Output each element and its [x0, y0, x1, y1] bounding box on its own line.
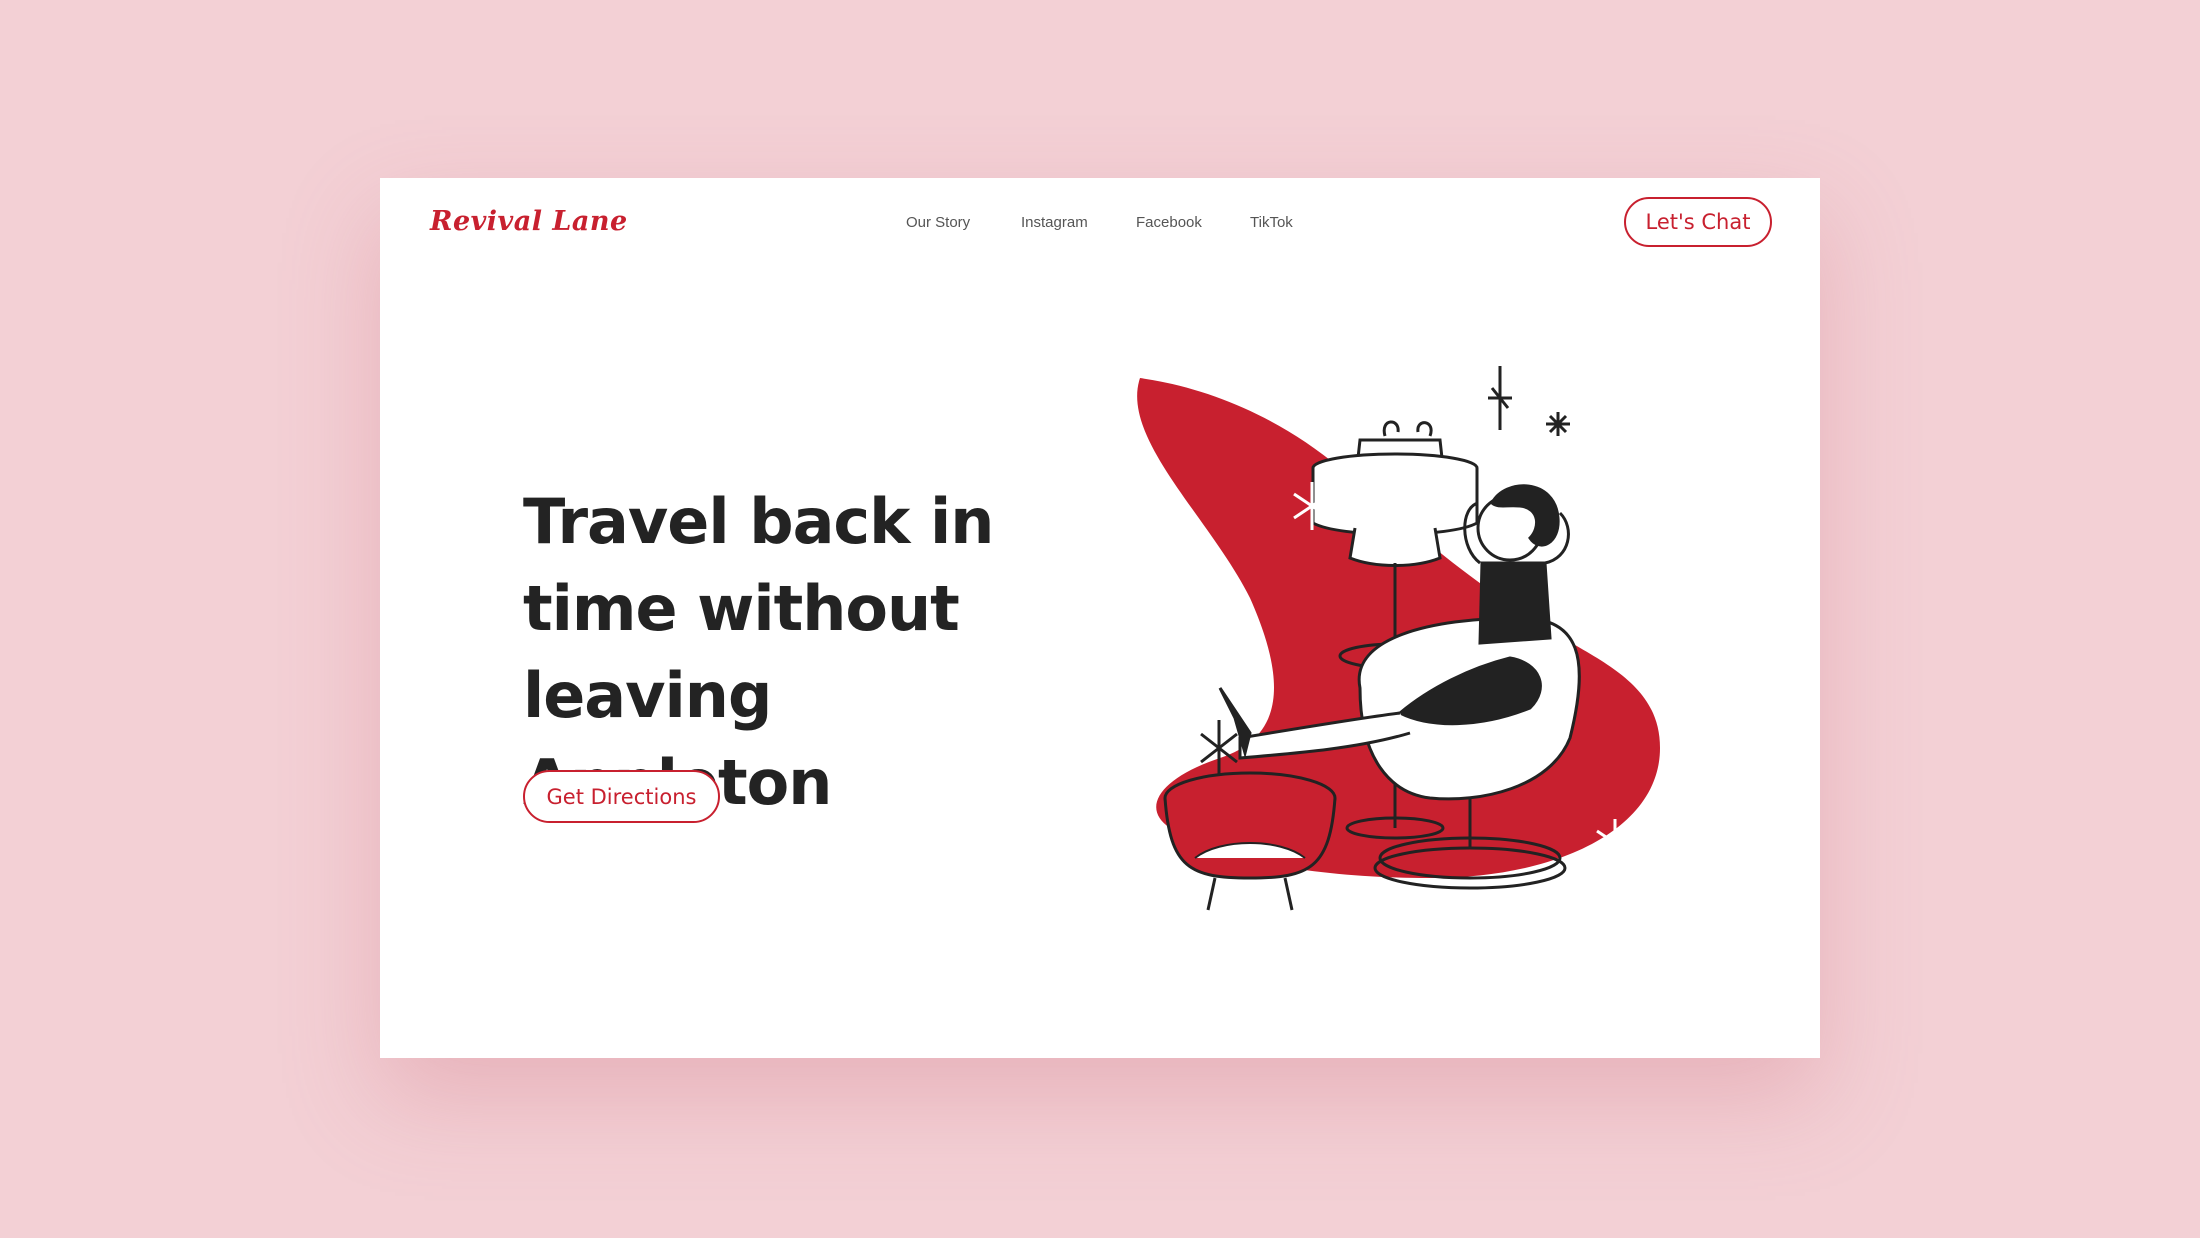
headline-line-2: time without [523, 572, 960, 645]
hero-illustration [1137, 366, 1660, 911]
nav-link-facebook[interactable]: Facebook [1136, 214, 1202, 231]
main-nav: Our Story Instagram Facebook TikTok [380, 214, 1820, 244]
headline-line-1: Travel back in [523, 485, 994, 558]
ottoman-icon [1163, 771, 1337, 911]
nav-link-our-story[interactable]: Our Story [906, 214, 970, 231]
nav-link-instagram[interactable]: Instagram [1021, 214, 1088, 231]
landing-card: Revival Lane Our Story Instagram Faceboo… [380, 178, 1820, 1058]
nav-link-tiktok[interactable]: TikTok [1250, 214, 1293, 231]
lets-chat-button[interactable]: Let's Chat [1624, 197, 1772, 247]
chair-icon [1357, 616, 1581, 890]
get-directions-button[interactable]: Get Directions [523, 770, 720, 823]
